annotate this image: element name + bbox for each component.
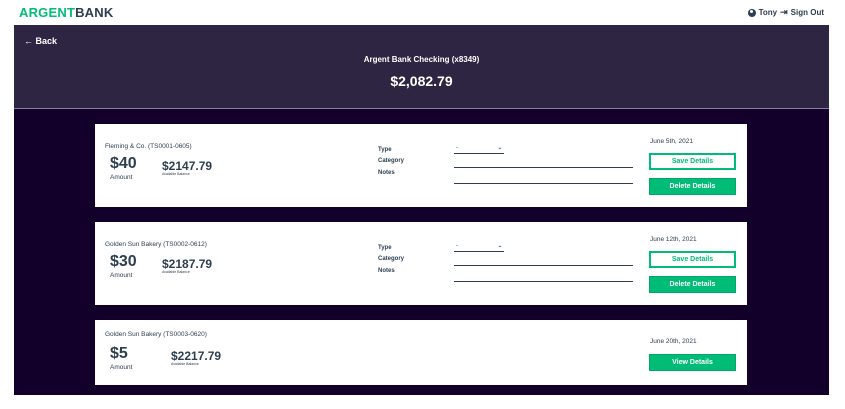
category-input[interactable] [454, 265, 633, 266]
view-details-button[interactable]: View Details [649, 354, 736, 371]
sign-out-link[interactable]: Sign Out [791, 8, 824, 17]
transaction-date: June 20th, 2021 [650, 338, 697, 345]
transaction-amount: $40 [110, 155, 137, 172]
category-input[interactable] [454, 167, 633, 168]
notes-input[interactable] [454, 281, 633, 282]
type-label: Type [378, 147, 392, 153]
amount-label: Amount [110, 364, 133, 371]
notes-label: Notes [378, 170, 395, 176]
delete-details-button[interactable]: Delete Details [649, 276, 736, 293]
type-select[interactable]: - ⌄ [454, 145, 504, 154]
transaction-card: Golden Sun Bakery (TS0003-0620) $5 Amoun… [95, 320, 747, 385]
logo-rest-text: BANK [75, 5, 114, 20]
header-divider [14, 108, 829, 109]
transaction-amount: $5 [110, 345, 128, 362]
chevron-down-icon: ⌄ [497, 243, 502, 249]
sign-out-icon[interactable]: ⇥ [780, 7, 788, 18]
argent-bank-logo[interactable]: ARGENTBANK [19, 5, 113, 20]
delete-details-button[interactable]: Delete Details [649, 178, 736, 195]
transaction-payee: Fleming & Co. (TS0001-0605) [105, 143, 192, 150]
amount-label: Amount [110, 174, 133, 181]
save-details-button[interactable]: Save Details [649, 153, 736, 170]
available-balance: $2147.79 [162, 159, 213, 173]
account-title: Argent Bank Checking (x8349) [363, 55, 480, 64]
back-button[interactable]: ← Back [24, 36, 57, 46]
main-content: ← Back Argent Bank Checking (x8349) $2,0… [14, 25, 829, 395]
user-circle-icon [747, 8, 756, 17]
available-balance-label: Available Balance [171, 362, 199, 366]
category-label: Category [378, 256, 405, 262]
chevron-down-icon: ⌄ [497, 145, 502, 151]
available-balance: $2217.79 [171, 349, 222, 363]
type-select-value: - [456, 145, 458, 151]
account-header: ← Back Argent Bank Checking (x8349) $2,0… [14, 25, 829, 108]
notes-label: Notes [378, 268, 395, 274]
transaction-amount: $30 [110, 253, 137, 270]
available-balance-label: Available Balance [162, 172, 190, 176]
amount-label: Amount [110, 272, 133, 279]
top-navbar: ARGENTBANK Tony ⇥ Sign Out [0, 0, 845, 25]
transaction-payee: Golden Sun Bakery (TS0003-0620) [105, 331, 207, 338]
logo-accent-text: ARGENT [19, 5, 76, 20]
save-details-button[interactable]: Save Details [649, 251, 736, 268]
type-label: Type [378, 245, 392, 251]
transaction-card: Golden Sun Bakery (TS0002-0612) $30 Amou… [95, 222, 747, 305]
available-balance: $2187.79 [162, 257, 213, 271]
notes-input[interactable] [454, 183, 633, 184]
account-balance: $2,082.79 [390, 73, 453, 89]
user-name-link[interactable]: Tony [759, 8, 778, 17]
category-label: Category [378, 158, 405, 164]
user-menu: Tony ⇥ Sign Out [747, 7, 824, 18]
transaction-payee: Golden Sun Bakery (TS0002-0612) [105, 241, 207, 248]
transaction-date: June 12th, 2021 [650, 236, 697, 243]
available-balance-label: Available Balance [162, 270, 190, 274]
transaction-date: June 5th, 2021 [650, 138, 694, 145]
transaction-card: Fleming & Co. (TS0001-0605) $40 Amount $… [95, 124, 747, 207]
type-select[interactable]: - ⌄ [454, 243, 504, 252]
type-select-value: - [456, 243, 458, 249]
